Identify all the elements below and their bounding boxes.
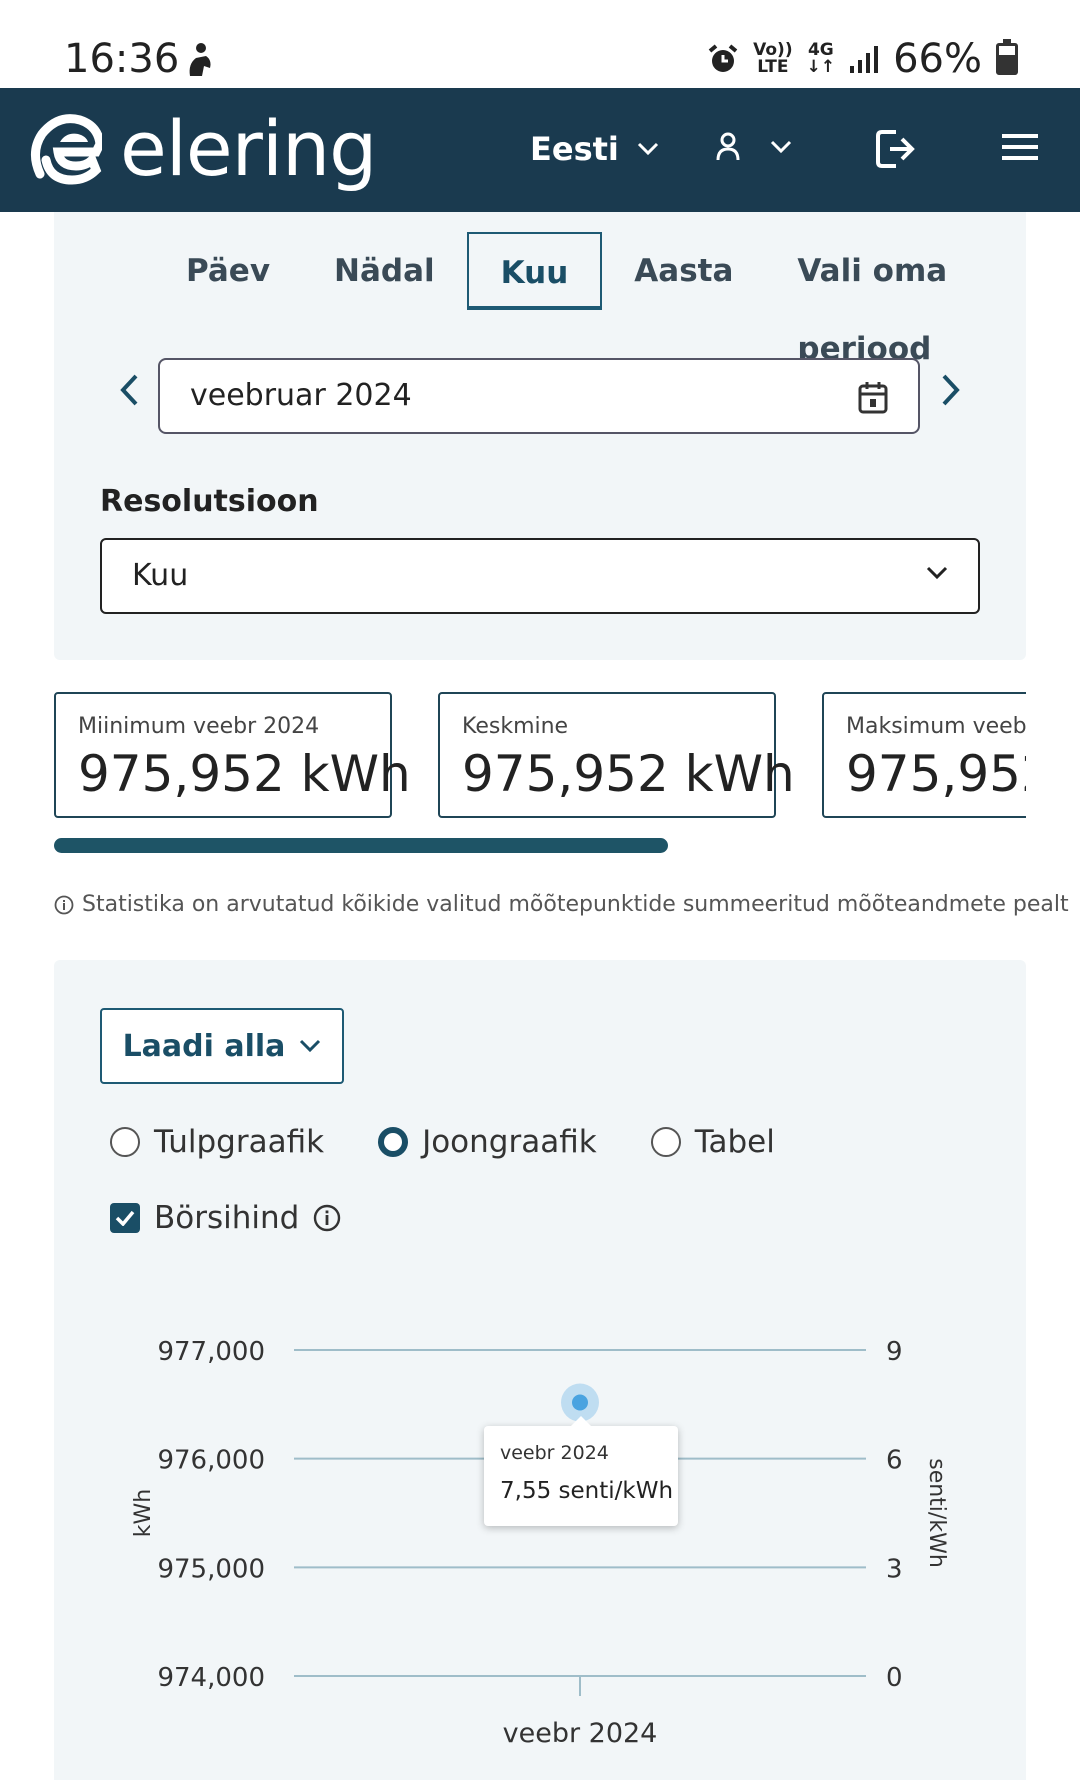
signal-icon (850, 46, 879, 73)
stat-card-minimum: Miinimum veebr 2024 975,952 kWh (54, 692, 411, 818)
alarm-icon (708, 44, 738, 72)
period-panel: Päev Nädal Kuu Aasta Vali oma periood ve… (54, 212, 1026, 660)
user-icon (716, 132, 740, 161)
tab-custom-period[interactable]: Vali oma periood (765, 232, 1026, 367)
battery-icon (996, 39, 1018, 75)
hamburger-menu-icon[interactable] (1002, 132, 1038, 162)
y-axis-label: kWh (131, 1489, 156, 1537)
next-period-icon[interactable] (940, 372, 962, 408)
previous-period-icon[interactable] (118, 372, 140, 408)
status-time: 16:36 (64, 36, 180, 82)
y2-tick-label: 3 (886, 1554, 903, 1584)
stat-card-average: Keskmine 975,952 kWh (438, 692, 795, 818)
tab-year[interactable]: Aasta (602, 232, 765, 310)
tab-month[interactable]: Kuu (466, 232, 603, 310)
volte-indicator: Vo)) LTE (753, 40, 793, 77)
y2-tick-label: 6 (886, 1446, 903, 1476)
tab-week[interactable]: Nädal (302, 232, 467, 310)
period-tabs: Päev Nädal Kuu Aasta Vali oma periood (154, 232, 1026, 367)
tooltip-title: veebr 2024 (500, 1442, 609, 1464)
tooltip-value: 7,55 senti/kWh (500, 1478, 674, 1504)
stat-card-maximum: Maksimum veebr 2024 975,952 kWh (822, 692, 1026, 818)
status-icons: Vo)) LTE 4G ↓↑ 66% (707, 36, 1018, 82)
status-bar: 16:36 Vo)) LTE 4G ↓↑ 66% (0, 0, 1080, 88)
y2-tick-label: 0 (886, 1663, 903, 1693)
data-point-price (572, 1394, 588, 1411)
chart-panel: Laadi alla Tulpgraafik Joongraafik Tabel… (54, 960, 1026, 1780)
info-icon (54, 895, 74, 914)
language-selector[interactable]: Eesti (530, 130, 659, 168)
resolution-select[interactable]: Kuu (100, 538, 980, 614)
network-indicator: 4G ↓↑ (806, 40, 836, 77)
user-menu-button[interactable] (716, 132, 792, 162)
app-header: elering Eesti (0, 88, 1080, 212)
y2-axis-label: senti/kWh (924, 1458, 949, 1568)
calendar-icon[interactable] (858, 380, 888, 414)
consumption-line-chart[interactable]: 977,000 9 976,000 6 975,000 3 974,000 0 veebr 20… (54, 960, 1026, 1780)
x-tick-label: veebr 2024 (503, 1718, 658, 1749)
y-tick-label: 975,000 (157, 1554, 265, 1584)
date-value: veebruar 2024 (190, 378, 412, 413)
y-tick-label: 976,000 (157, 1446, 265, 1476)
statistics-info-note: Statistika on arvutatud kõikide valitud … (54, 892, 1069, 917)
y-tick-label: 977,000 (157, 1337, 265, 1367)
chart-tooltip: veebr 2024 7,55 senti/kWh (484, 1416, 678, 1526)
chevron-down-icon (637, 142, 658, 156)
stats-scrollbar[interactable] (54, 838, 668, 853)
elering-logo-icon[interactable] (30, 112, 102, 188)
battery-percent: 66% (893, 36, 982, 82)
y-tick-label: 974,000 (157, 1663, 265, 1693)
y2-tick-label: 9 (886, 1337, 903, 1367)
resolution-label: Resolutsioon (100, 484, 319, 519)
accessibility-icon (189, 43, 211, 76)
language-label: Eesti (530, 130, 619, 168)
logout-icon[interactable] (874, 128, 916, 170)
resolution-value: Kuu (132, 558, 189, 593)
chevron-down-icon (926, 566, 948, 580)
chevron-down-icon (770, 140, 792, 154)
brand-name[interactable]: elering (120, 104, 377, 193)
tab-day[interactable]: Päev (154, 232, 302, 310)
stats-carousel[interactable]: Miinimum veebr 2024 975,952 kWh Keskmine… (54, 692, 1026, 820)
date-picker-input[interactable]: veebruar 2024 (158, 358, 920, 434)
